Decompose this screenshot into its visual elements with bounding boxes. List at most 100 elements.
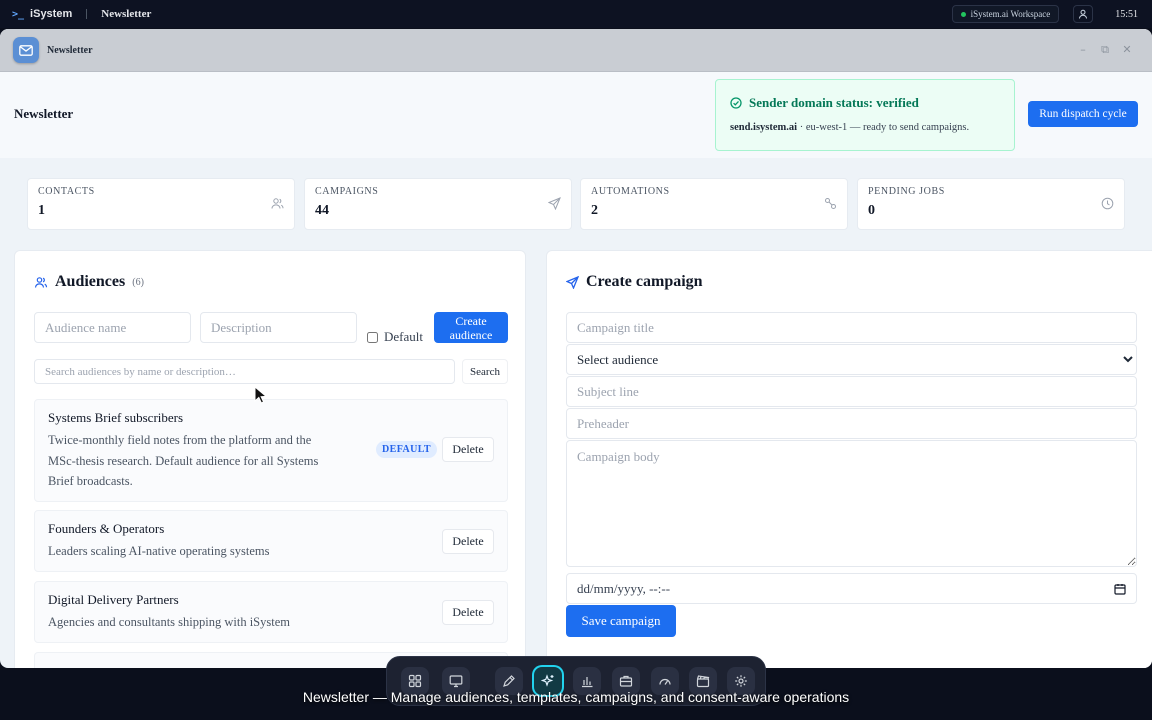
audiences-panel: Audiences (6) Default Create audience Se… — [14, 250, 526, 668]
stat-card-automations: AUTOMATIONS 2 — [580, 178, 848, 230]
delete-audience-button[interactable]: Delete — [442, 600, 494, 625]
app-window: Newsletter – ⧉ ✕ Newsletter Sender domai… — [0, 29, 1152, 668]
domain-status-title: Sender domain status: verified — [730, 95, 919, 111]
workspace-label: iSystem.ai Workspace — [970, 9, 1051, 19]
send-icon — [548, 197, 561, 210]
mouse-cursor-icon — [254, 386, 268, 404]
stat-value: 2 — [591, 203, 598, 218]
audience-item[interactable]: Digital Delivery Partners Agencies and c… — [34, 581, 508, 643]
audience-description: Agencies and consultants shipping with i… — [48, 612, 290, 633]
send-icon — [566, 275, 579, 289]
audiences-count: (6) — [132, 276, 144, 288]
stat-label: CONTACTS — [38, 186, 95, 197]
audience-item[interactable]: Founders & Operators Leaders scaling AI-… — [34, 510, 508, 572]
users-icon — [34, 276, 48, 288]
audience-item[interactable]: Systems Brief subscribers Twice-monthly … — [34, 399, 508, 502]
audiences-heading: Audiences (6) — [34, 273, 144, 291]
audience-name: Systems Brief subscribers — [48, 410, 184, 425]
close-icon[interactable]: ✕ — [1116, 43, 1138, 57]
brand-label: iSystem — [30, 8, 73, 20]
audience-name: Founders & Operators — [48, 521, 165, 536]
system-brand[interactable]: >_ iSystem — [12, 8, 72, 20]
users-icon — [271, 198, 284, 209]
stat-card-campaigns: CAMPAIGNS 44 — [304, 178, 572, 230]
create-campaign-heading: Create campaign — [566, 273, 703, 291]
default-badge: DEFAULT — [376, 441, 437, 458]
domain-status-banner: Sender domain status: verified send.isys… — [715, 79, 1015, 151]
search-button[interactable]: Search — [462, 359, 508, 384]
page-header: Newsletter Sender domain status: verifie… — [0, 72, 1152, 158]
audience-description-line: MSc-thesis research. Default audience fo… — [48, 453, 319, 468]
newsletter-app-icon — [13, 37, 39, 63]
save-campaign-button[interactable]: Save campaign — [566, 605, 676, 637]
workflow-icon — [825, 198, 836, 209]
run-dispatch-button[interactable]: Run dispatch cycle — [1028, 101, 1138, 127]
workspace-switcher[interactable]: iSystem.ai Workspace — [951, 5, 1060, 23]
grid-icon — [408, 674, 422, 688]
domain-region: · eu-west-1 — ready to send campaigns. — [797, 122, 970, 133]
audience-description: Leaders scaling AI-native operating syst… — [48, 541, 269, 562]
briefcase-icon — [619, 675, 633, 687]
stat-label: PENDING JOBS — [868, 186, 945, 197]
stat-label: CAMPAIGNS — [315, 186, 379, 197]
create-audience-button[interactable]: Create audience — [434, 312, 508, 343]
gauge-icon — [659, 678, 671, 685]
audience-name-input[interactable] — [34, 312, 191, 343]
audience-description-input[interactable] — [200, 312, 357, 343]
pen-icon — [503, 675, 515, 687]
schedule-datetime-input[interactable]: dd/mm/yyyy, --:-- — [566, 573, 1137, 604]
audience-description: Twice-monthly field notes from the platf… — [48, 430, 318, 492]
audience-select[interactable]: Select audience — [566, 344, 1137, 375]
clock: 15:51 — [1115, 8, 1138, 20]
create-campaign-panel: Create campaign Select audience dd/mm/yy… — [546, 250, 1152, 668]
stat-value: 0 — [868, 203, 875, 218]
subject-line-input[interactable] — [566, 376, 1137, 407]
check-circle-icon — [730, 97, 742, 109]
stat-card-pending-jobs: PENDING JOBS 0 — [857, 178, 1125, 230]
maximize-icon[interactable]: ⧉ — [1094, 43, 1116, 57]
clock-icon — [1101, 197, 1114, 210]
minimize-icon[interactable]: – — [1072, 43, 1094, 57]
user-button[interactable] — [1073, 5, 1094, 23]
schedule-value: dd/mm/yyyy, --:-- — [577, 580, 671, 596]
audience-description-line: Leaders scaling AI-native operating syst… — [48, 544, 270, 558]
default-label: Default — [384, 329, 423, 344]
audience-description-line: Agencies and consultants shipping with i… — [48, 615, 290, 629]
active-app-name: Newsletter — [101, 8, 152, 20]
clapperboard-icon — [696, 675, 710, 688]
user-icon — [1079, 9, 1088, 19]
audience-description-line: Brief broadcasts. — [48, 474, 133, 488]
calendar-icon[interactable] — [1114, 583, 1126, 595]
delete-audience-button[interactable]: Delete — [442, 437, 494, 462]
divider — [86, 9, 88, 19]
online-dot-icon — [960, 11, 966, 17]
audience-name: Digital Delivery Partners — [48, 592, 179, 607]
window-title: Newsletter — [47, 44, 93, 56]
campaign-body-textarea[interactable] — [566, 440, 1137, 567]
default-checkbox-label[interactable]: Default — [367, 329, 423, 345]
delete-audience-button[interactable]: Delete — [442, 529, 494, 554]
preheader-input[interactable] — [566, 408, 1137, 439]
stat-card-contacts: CONTACTS 1 — [27, 178, 295, 230]
window-titlebar: Newsletter – ⧉ ✕ — [0, 29, 1152, 72]
page-content: Newsletter Sender domain status: verifie… — [0, 72, 1152, 668]
campaign-title-input[interactable] — [566, 312, 1137, 343]
stat-value: 1 — [38, 203, 45, 218]
page-title: Newsletter — [14, 106, 74, 121]
stat-value: 44 — [315, 203, 329, 218]
domain-status-detail: send.isystem.ai · eu-west-1 — ready to s… — [730, 122, 969, 133]
monitor-icon — [449, 675, 463, 688]
screen-caption: Newsletter — Manage audiences, templates… — [302, 689, 850, 705]
sender-domain: send.isystem.ai — [730, 122, 798, 133]
sparkles-icon — [541, 674, 554, 687]
stat-label: AUTOMATIONS — [591, 186, 670, 197]
audiences-title: Audiences — [55, 273, 126, 290]
domain-status-label: Sender domain status: verified — [749, 95, 919, 110]
create-campaign-title: Create campaign — [586, 273, 703, 290]
audience-search-input[interactable] — [34, 359, 455, 384]
gear-icon — [735, 675, 747, 687]
terminal-icon: >_ — [12, 8, 25, 20]
bar-chart-icon — [582, 677, 593, 688]
default-checkbox[interactable] — [367, 331, 378, 343]
system-bar: >_ iSystem Newsletter iSystem.ai Workspa… — [0, 0, 1152, 28]
